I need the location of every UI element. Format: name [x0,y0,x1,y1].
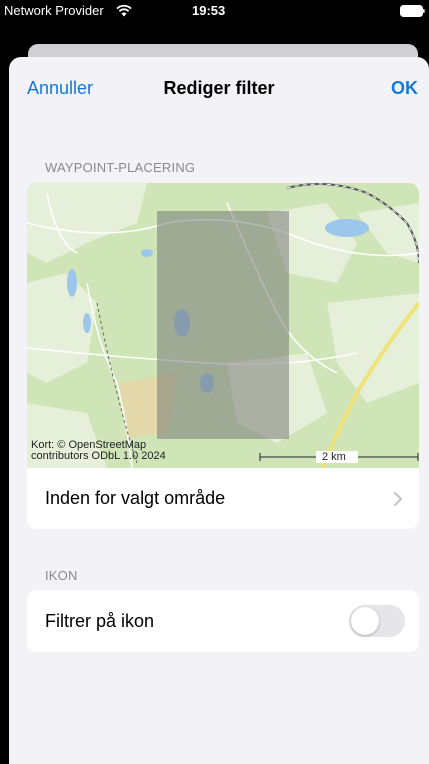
status-bar: Network Provider 19:53 [0,0,429,22]
within-area-row[interactable]: Inden for valgt område [27,468,419,529]
battery-icon [400,5,425,17]
ok-button[interactable]: OK [391,78,418,99]
location-card: Kort: © OpenStreetMap contributors ODbL … [27,183,419,529]
clock: 19:53 [192,3,226,18]
wifi-icon [116,4,132,17]
page-title: Rediger filter [163,78,275,98]
carrier-label: Network Provider [4,3,104,18]
edit-filter-sheet: Annuller Rediger filter OK WAYPOINT-PLAC… [9,57,429,764]
icon-card: Filtrer på ikon [27,590,419,652]
within-area-label: Inden for valgt område [45,488,226,508]
filter-by-icon-toggle[interactable] [349,605,405,637]
toggle-knob [351,607,379,635]
filter-by-icon-row: Filtrer på ikon [27,590,419,652]
map-attribution-line2: contributors ODbL 1.0 2024 [31,450,166,462]
map-view[interactable]: Kort: © OpenStreetMap contributors ODbL … [27,183,419,468]
scale-label: 2 km [322,451,346,463]
filter-by-icon-label: Filtrer på ikon [45,611,155,631]
selected-area[interactable] [157,211,289,439]
chevron-right-icon [394,492,402,506]
section-header-icon: IKON [45,568,78,583]
section-header-location: WAYPOINT-PLACERING [45,160,196,175]
